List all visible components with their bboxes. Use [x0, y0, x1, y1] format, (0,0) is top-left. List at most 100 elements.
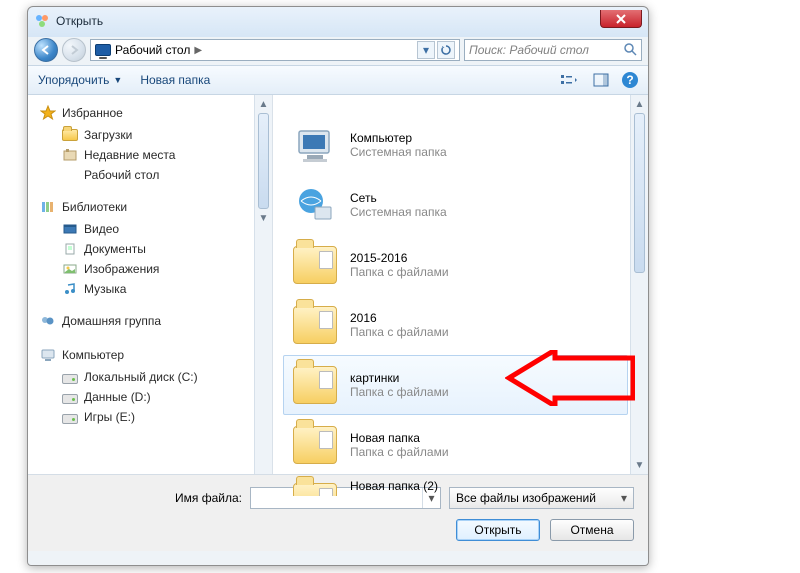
sidebar-homegroup[interactable]: Домашняя группа [32, 309, 268, 333]
sidebar-label: Библиотеки [62, 200, 127, 214]
drive-icon [62, 369, 78, 385]
main-scrollbar[interactable]: ▲ ▼ [630, 95, 648, 474]
sidebar-item-label: Недавние места [84, 148, 175, 162]
scroll-down-icon[interactable]: ▼ [631, 456, 648, 474]
close-button[interactable] [600, 10, 642, 28]
pictures-icon [62, 261, 78, 277]
homegroup-icon [40, 313, 56, 329]
desktop-icon [62, 167, 78, 183]
sidebar-item-drive-c[interactable]: Локальный диск (C:) [32, 367, 268, 387]
sidebar-item-label: Рабочий стол [84, 168, 159, 182]
search-icon [623, 42, 637, 59]
sidebar-computer[interactable]: Компьютер [32, 343, 268, 367]
sidebar-item-label: Изображения [84, 262, 159, 276]
sidebar-item-documents[interactable]: Документы [32, 239, 268, 259]
filename-label: Имя файла: [42, 491, 242, 505]
item-subtitle: Системная папка [350, 205, 447, 219]
list-item[interactable]: Новая папкаПапка с файлами [283, 415, 628, 475]
chevron-right-icon[interactable]: ▶ [194, 45, 202, 56]
list-item[interactable]: 2016Папка с файлами [283, 295, 628, 355]
list-item[interactable]: КомпьютерСистемная папка [283, 115, 628, 175]
list-item[interactable]: Новая папка (2) [283, 475, 628, 497]
recent-places-icon [62, 147, 78, 163]
titlebar: Открыть [28, 7, 648, 35]
address-bar[interactable]: Рабочий стол ▶ ▾ [90, 39, 460, 61]
sidebar-item-label: Музыка [84, 282, 126, 296]
computer-icon [40, 347, 56, 363]
cancel-button[interactable]: Отмена [550, 519, 634, 541]
new-folder-button[interactable]: Новая папка [140, 73, 210, 87]
item-subtitle: Папка с файлами [350, 265, 449, 279]
refresh-button[interactable] [437, 41, 455, 59]
sidebar-favorites[interactable]: Избранное [32, 101, 268, 125]
item-name: 2015-2016 [350, 251, 449, 265]
folder-icon [292, 97, 338, 114]
scrollbar-thumb[interactable] [634, 113, 645, 273]
view-options-button[interactable] [558, 69, 580, 91]
sidebar-item-videos[interactable]: Видео [32, 219, 268, 239]
sidebar-item-drive-d[interactable]: Данные (D:) [32, 387, 268, 407]
toolbar: Упорядочить ▼ Новая папка ? [28, 65, 648, 95]
item-subtitle: Папка с файлами [350, 385, 449, 399]
sidebar-label: Домашняя группа [62, 314, 161, 328]
open-dialog: Открыть Рабочий стол ▶ ▾ Поиск: Рабочий … [27, 6, 649, 566]
list-item[interactable]: картинкиПапка с файлами [283, 355, 628, 415]
sidebar-item-downloads[interactable]: Загрузки [32, 125, 268, 145]
item-subtitle: Системная папка [350, 145, 447, 159]
breadcrumb-location[interactable]: Рабочий стол [115, 43, 190, 57]
search-placeholder: Поиск: Рабочий стол [469, 43, 589, 57]
folder-icon [292, 362, 338, 408]
sidebar-item-label: Игры (E:) [84, 410, 135, 424]
folder-icon [292, 302, 338, 348]
documents-icon [62, 241, 78, 257]
nav-back-button[interactable] [34, 38, 58, 62]
search-input[interactable]: Поиск: Рабочий стол [464, 39, 642, 61]
sidebar-item-label: Загрузки [84, 128, 132, 142]
item-subtitle: Папка с файлами [350, 325, 449, 339]
desktop-icon [95, 44, 111, 56]
scroll-down-icon[interactable]: ▼ [255, 209, 272, 227]
folder-icon [292, 242, 338, 288]
list-item[interactable] [283, 97, 628, 115]
libraries-icon [40, 199, 56, 215]
sidebar-label: Компьютер [62, 348, 124, 362]
item-name: Компьютер [350, 131, 447, 145]
drive-icon [62, 409, 78, 425]
sidebar-item-drive-e[interactable]: Игры (E:) [32, 407, 268, 427]
music-icon [62, 281, 78, 297]
list-item[interactable]: СетьСистемная папка [283, 175, 628, 235]
sidebar-label: Избранное [62, 106, 123, 120]
chevron-down-icon[interactable]: ▼ [113, 75, 122, 85]
navigation-pane: Избранное Загрузки Недавние места Рабочи… [28, 95, 273, 474]
scroll-up-icon[interactable]: ▲ [631, 95, 648, 113]
nav-forward-button[interactable] [62, 38, 86, 62]
sidebar-item-label: Локальный диск (C:) [84, 370, 198, 384]
sidebar-item-desktop[interactable]: Рабочий стол [32, 165, 268, 185]
sidebar-item-label: Документы [84, 242, 146, 256]
item-name: Новая папка (2) [350, 479, 438, 493]
sidebar-item-label: Данные (D:) [84, 390, 151, 404]
list-item[interactable]: 2015-2016Папка с файлами [283, 235, 628, 295]
item-name: картинки [350, 371, 449, 385]
preview-pane-button[interactable] [590, 69, 612, 91]
sidebar-item-label: Видео [84, 222, 119, 236]
scrollbar-thumb[interactable] [258, 113, 269, 209]
sidebar-item-pictures[interactable]: Изображения [32, 259, 268, 279]
sidebar-item-recent[interactable]: Недавние места [32, 145, 268, 165]
open-button[interactable]: Открыть [456, 519, 540, 541]
computer-icon [292, 122, 338, 168]
star-icon [40, 105, 56, 121]
video-icon [62, 221, 78, 237]
item-name: Сеть [350, 191, 447, 205]
dialog-body: Избранное Загрузки Недавние места Рабочи… [28, 95, 648, 475]
organize-button[interactable]: Упорядочить [38, 73, 109, 87]
address-dropdown-button[interactable]: ▾ [417, 41, 435, 59]
help-button[interactable]: ? [622, 72, 638, 88]
sidebar-libraries[interactable]: Библиотеки [32, 195, 268, 219]
downloads-icon [62, 127, 78, 143]
folder-icon [292, 479, 338, 497]
folder-icon [292, 422, 338, 468]
scroll-up-icon[interactable]: ▲ [255, 95, 272, 113]
sidebar-item-music[interactable]: Музыка [32, 279, 268, 299]
sidebar-scrollbar[interactable]: ▲ ▼ [254, 95, 272, 474]
